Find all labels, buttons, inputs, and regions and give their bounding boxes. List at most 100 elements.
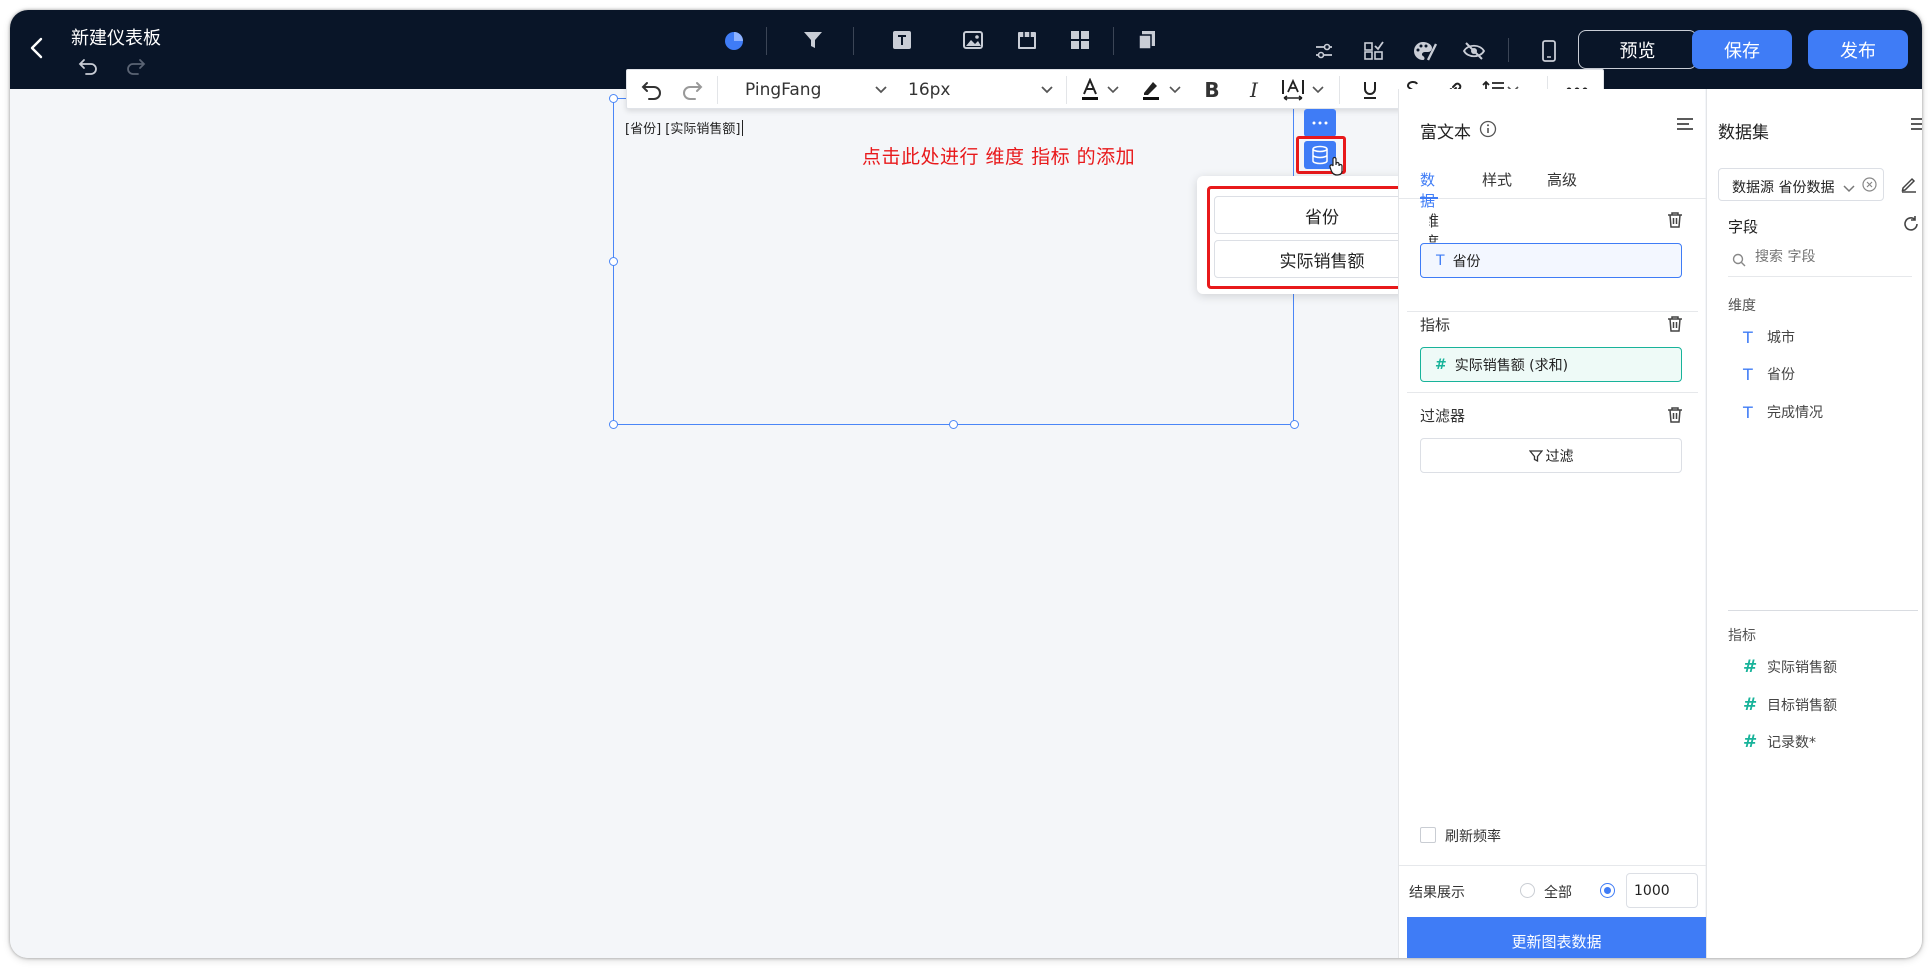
filter-icon[interactable] — [798, 25, 828, 55]
tab-widget-icon[interactable] — [1012, 25, 1042, 55]
theme-palette-icon[interactable] — [1410, 37, 1440, 65]
redo-icon[interactable] — [124, 54, 148, 78]
dataset-title: 数据集 — [1718, 123, 1769, 143]
text-type-icon: T — [1743, 327, 1753, 347]
resize-handle-bottom-right[interactable] — [1290, 420, 1299, 429]
letter-spacing-icon[interactable] — [1277, 70, 1309, 110]
field-dimension-city[interactable]: T 城市 — [1743, 327, 1795, 347]
field-label: 目标销售额 — [1767, 698, 1837, 714]
back-arrow-icon[interactable] — [24, 35, 50, 61]
rich-text-content[interactable]: [省份] [实际销售额] — [625, 118, 744, 137]
refresh-checkbox[interactable] — [1420, 827, 1436, 843]
field-metric-actual-sales[interactable]: # 实际销售额 — [1743, 657, 1837, 677]
image-widget-icon[interactable] — [958, 25, 988, 55]
resize-handle-top-left[interactable] — [609, 94, 618, 103]
divider — [1399, 865, 1706, 866]
result-count-radio[interactable] — [1600, 883, 1615, 898]
add-filter-button[interactable]: 过滤 — [1420, 438, 1682, 473]
italic-icon[interactable]: I — [1239, 70, 1269, 110]
page: 新建仪表板 预览 保存 发布 [省份] [实际销售额] 点击此处进行 维度 指标… — [0, 0, 1932, 968]
tab-style[interactable]: 样式 — [1482, 169, 1512, 190]
delete-dimension-icon[interactable] — [1667, 211, 1683, 233]
publish-button[interactable]: 发布 — [1808, 30, 1908, 69]
filter-button-label: 过滤 — [1545, 448, 1574, 465]
settings-sliders-icon[interactable] — [1310, 37, 1338, 65]
search-icon — [1732, 252, 1746, 271]
preview-button[interactable]: 预览 — [1578, 30, 1697, 69]
result-count-input[interactable]: 1000 — [1626, 873, 1698, 908]
field-dimension-province[interactable]: T 省份 — [1743, 364, 1795, 384]
field-search-input[interactable] — [1755, 249, 1905, 265]
chevron-down-icon[interactable] — [1037, 70, 1057, 110]
widget-config-panel: 富文本 数据 样式 高级 维度 T省份 指标 #实际销售额 (求和) 过滤器 — [1398, 89, 1706, 958]
field-metric-target-sales[interactable]: # 目标销售额 — [1743, 695, 1837, 715]
resize-handle-left[interactable] — [609, 257, 618, 266]
divider — [1407, 392, 1698, 393]
dimension-chip[interactable]: T 省份 — [1420, 243, 1682, 278]
eye-hidden-icon[interactable] — [1460, 37, 1488, 65]
highlight-color-icon[interactable] — [1135, 70, 1167, 110]
filter-label: 过滤器 — [1420, 407, 1466, 425]
number-type-icon: # — [1743, 657, 1758, 677]
rich-text-value: [省份] [实际销售额] — [625, 122, 741, 137]
font-family-select[interactable]: PingFang — [745, 80, 821, 100]
result-all-radio[interactable] — [1520, 883, 1535, 898]
refresh-label: 刷新频率 — [1445, 829, 1501, 845]
field-metric-record-count[interactable]: # 记录数* — [1743, 732, 1816, 752]
components-check-icon[interactable] — [1360, 37, 1388, 65]
panel-title: 富文本 — [1420, 123, 1471, 143]
annotation-text: 点击此处进行 维度 指标 的添加 — [862, 146, 1136, 168]
delete-filter-icon[interactable] — [1667, 406, 1683, 428]
field-label: 完成情况 — [1767, 405, 1823, 421]
field-search[interactable] — [1728, 245, 1912, 277]
resize-handle-bottom[interactable] — [949, 420, 958, 429]
widget-more-button[interactable] — [1304, 109, 1336, 137]
dataset-menu-icon[interactable] — [1910, 116, 1922, 136]
text-widget-icon[interactable] — [887, 25, 917, 55]
metric-chip-label: 实际销售额 (求和) — [1454, 357, 1569, 374]
mobile-view-icon[interactable] — [1537, 37, 1561, 65]
clear-icon[interactable] — [1862, 177, 1877, 196]
toolbar-redo-icon[interactable] — [675, 70, 711, 110]
save-button[interactable]: 保存 — [1692, 30, 1792, 69]
refresh-fields-icon[interactable] — [1902, 215, 1920, 237]
dimension-chip-label: 省份 — [1452, 253, 1481, 270]
dashboard-title[interactable]: 新建仪表板 — [71, 24, 161, 50]
chevron-down-icon[interactable] — [1167, 70, 1183, 110]
font-size-select[interactable]: 16px — [908, 80, 950, 100]
resize-handle-bottom-left[interactable] — [609, 420, 618, 429]
metric-chip[interactable]: # 实际销售额 (求和) — [1420, 347, 1682, 382]
chart-pie-icon[interactable] — [719, 26, 749, 56]
field-label: 记录数* — [1767, 735, 1816, 751]
underline-icon[interactable] — [1355, 70, 1385, 110]
metric-group-label: 指标 — [1728, 628, 1756, 644]
chevron-down-icon[interactable] — [871, 70, 891, 110]
delete-metric-icon[interactable] — [1667, 315, 1683, 337]
datasource-select[interactable]: 数据源 省份数据 — [1718, 168, 1884, 201]
edit-datasource-icon[interactable] — [1900, 175, 1918, 197]
info-icon[interactable] — [1479, 120, 1497, 142]
bold-icon[interactable]: B — [1197, 70, 1227, 110]
field-label: 省份 — [1767, 367, 1795, 383]
tab-active-indicator — [1420, 197, 1438, 199]
font-color-icon[interactable] — [1074, 70, 1106, 110]
tab-advanced[interactable]: 高级 — [1547, 169, 1577, 190]
fields-label: 字段 — [1728, 218, 1759, 236]
toolbar-undo-icon[interactable] — [633, 70, 669, 110]
field-label: 城市 — [1767, 330, 1795, 346]
result-all-label: 全部 — [1544, 885, 1572, 901]
layout-grid-icon[interactable] — [1065, 25, 1095, 55]
app-window: 新建仪表板 预览 保存 发布 [省份] [实际销售额] 点击此处进行 维度 指标… — [10, 10, 1922, 958]
number-type-icon: # — [1743, 695, 1758, 715]
result-label: 结果展示 — [1409, 885, 1465, 901]
copy-widget-icon[interactable] — [1132, 25, 1162, 55]
panel-menu-icon[interactable] — [1676, 116, 1694, 136]
chevron-down-icon[interactable] — [1105, 70, 1121, 110]
datasource-value: 数据源 省份数据 — [1732, 180, 1835, 196]
undo-icon[interactable] — [76, 54, 100, 78]
text-type-icon: T — [1436, 252, 1445, 269]
dimension-group-label: 维度 — [1728, 298, 1756, 314]
update-chart-data-button[interactable]: 更新图表数据 — [1407, 917, 1706, 958]
field-dimension-status[interactable]: T 完成情况 — [1743, 402, 1823, 422]
chevron-down-icon[interactable] — [1310, 70, 1326, 110]
